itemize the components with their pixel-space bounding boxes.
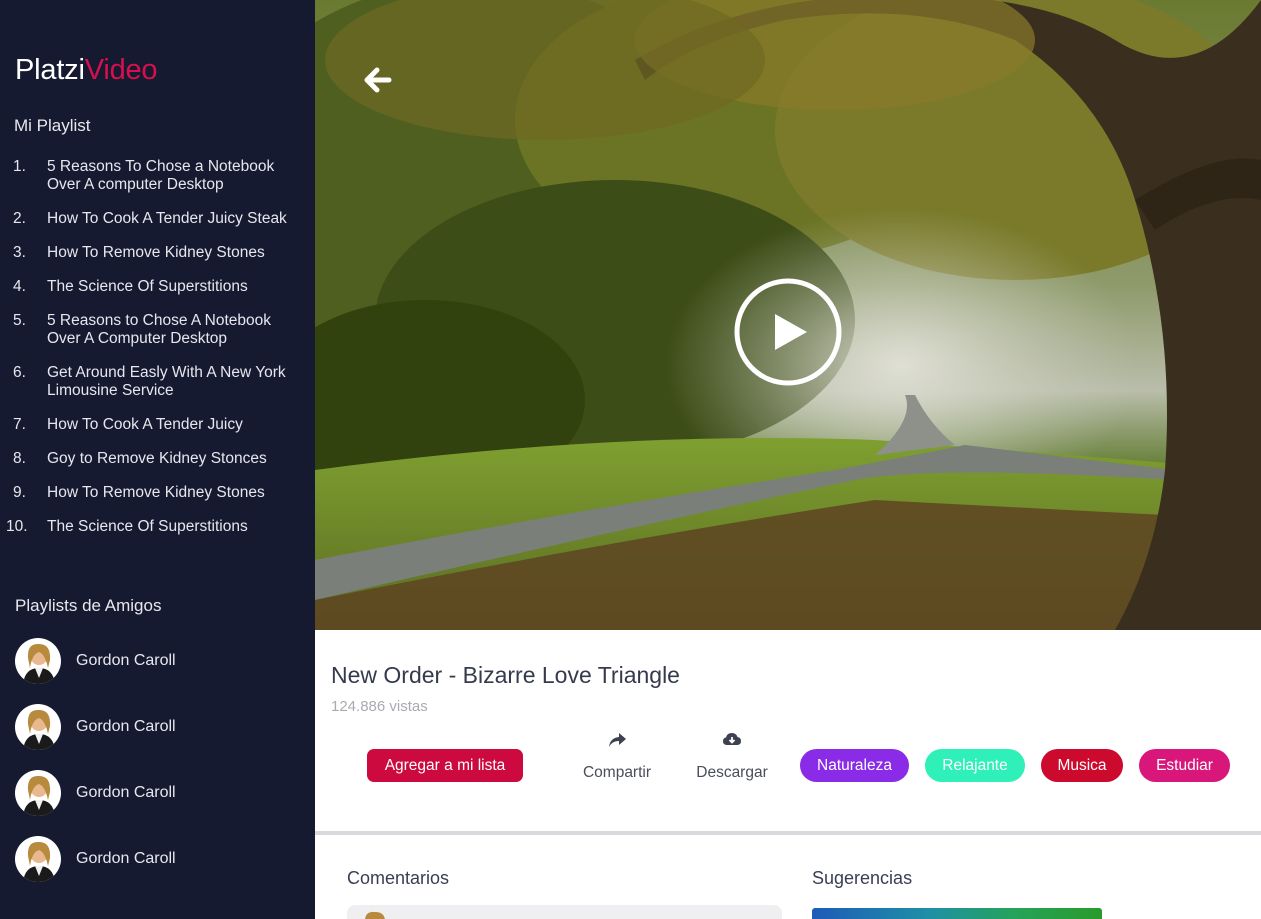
cloud-download-icon [723,733,741,745]
tag-naturaleza[interactable]: Naturaleza [800,749,909,782]
playlist-item[interactable]: 7. How To Cook A Tender Juicy [0,416,315,434]
avatar [15,770,61,816]
suggestion-thumbnail[interactable] [812,908,1102,919]
comment-card [347,905,782,919]
playlist-item-title: Goy to Remove Kidney Stonces [47,450,267,467]
friend-item[interactable]: Gordon Caroll [15,704,305,750]
playlist-item-title: How To Remove Kidney Stones [47,484,265,501]
playlist-item[interactable]: 9. How To Remove Kidney Stones [0,484,315,502]
playlist-item[interactable]: 6. Get Around Easly With A New York Limou… [0,364,315,400]
tag-musica[interactable]: Musica [1041,749,1123,782]
playlist-item-number: 10. [6,518,28,535]
friend-item[interactable]: Gordon Caroll [15,836,305,882]
playlist-heading: Mi Playlist [14,116,91,135]
playlist-item-number: 9. [13,484,26,501]
friend-name: Gordon Caroll [76,784,176,801]
playlist-item-title: How To Cook A Tender Juicy Steak [47,210,287,227]
avatar [15,638,61,684]
logo[interactable]: PlatziVideo [15,54,158,87]
playlist-item[interactable]: 8. Goy to Remove Kidney Stonces [0,450,315,468]
playlist-item-number: 7. [13,416,26,433]
playlist-item-number: 2. [13,210,26,227]
friend-item[interactable]: Gordon Caroll [15,770,305,816]
avatar [15,704,61,750]
comments-heading: Comentarios [347,868,450,888]
playlist-item-title: 5 Reasons to Chose A Notebook Over A Com… [47,312,272,347]
playlist-item-number: 5. [13,312,26,329]
tag-relajante[interactable]: Relajante [925,749,1025,782]
playlist-item[interactable]: 3. How To Remove Kidney Stones [0,244,315,262]
avatar [15,836,61,882]
friend-name: Gordon Caroll [76,718,176,735]
playlist-item-number: 6. [13,364,26,381]
playlist-item[interactable]: 2. How To Cook A Tender Juicy Steak [0,210,315,228]
friends-list: Gordon Caroll Gordon Caroll Gordon Carol… [15,638,305,902]
playlist-item-title: The Science Of Superstitions [47,278,248,295]
friend-name: Gordon Caroll [76,652,176,669]
playlist-item-title: Get Around Easly With A New York Limousi… [47,364,286,399]
friends-heading: Playlists de Amigos [15,596,162,615]
playlist-item[interactable]: 4. The Science Of Superstitions [0,278,315,296]
divider [315,831,1261,835]
sidebar: PlatziVideo Mi Playlist 1. 5 Reasons To C… [0,0,315,919]
play-icon[interactable] [733,277,843,387]
avatar [365,911,385,919]
share-icon [609,733,626,747]
playlist-item-number: 3. [13,244,26,261]
video-title: New Order - Bizarre Love Triangle [331,662,680,688]
back-arrow-icon[interactable] [359,60,399,100]
playlist-item-title: The Science Of Superstitions [47,518,248,535]
logo-text-primary: Platzi [15,54,85,86]
suggestions-heading: Sugerencias [812,868,913,888]
logo-text-accent: Video [84,54,158,86]
playlist-item[interactable]: 1. 5 Reasons To Chose a Notebook Over A c… [0,158,315,194]
view-count: 124.886 vistas [331,698,428,715]
share-button[interactable]: Compartir [580,730,654,782]
share-label: Compartir [582,764,652,781]
playlist-item-number: 8. [13,450,26,467]
playlist-item[interactable]: 5. 5 Reasons to Chose A Notebook Over A C… [0,312,315,348]
add-to-list-button[interactable]: Agregar a mi lista [367,749,523,782]
tag-estudiar[interactable]: Estudiar [1139,749,1230,782]
playlist-item-title: 5 Reasons To Chose a Notebook Over A com… [47,158,275,193]
playlist: 1. 5 Reasons To Chose a Notebook Over A c… [0,158,315,552]
playlist-item-number: 1. [13,158,26,175]
playlist-item-number: 4. [13,278,26,295]
playlist-item-title: How To Remove Kidney Stones [47,244,265,261]
playlist-item[interactable]: 10. The Science Of Superstitions [0,518,315,536]
friend-name: Gordon Caroll [76,850,176,867]
download-button[interactable]: Descargar [692,730,772,782]
download-label: Descargar [696,764,768,781]
video-player[interactable] [315,0,1261,630]
playlist-item-title: How To Cook A Tender Juicy [47,416,243,433]
friend-item[interactable]: Gordon Caroll [15,638,305,684]
